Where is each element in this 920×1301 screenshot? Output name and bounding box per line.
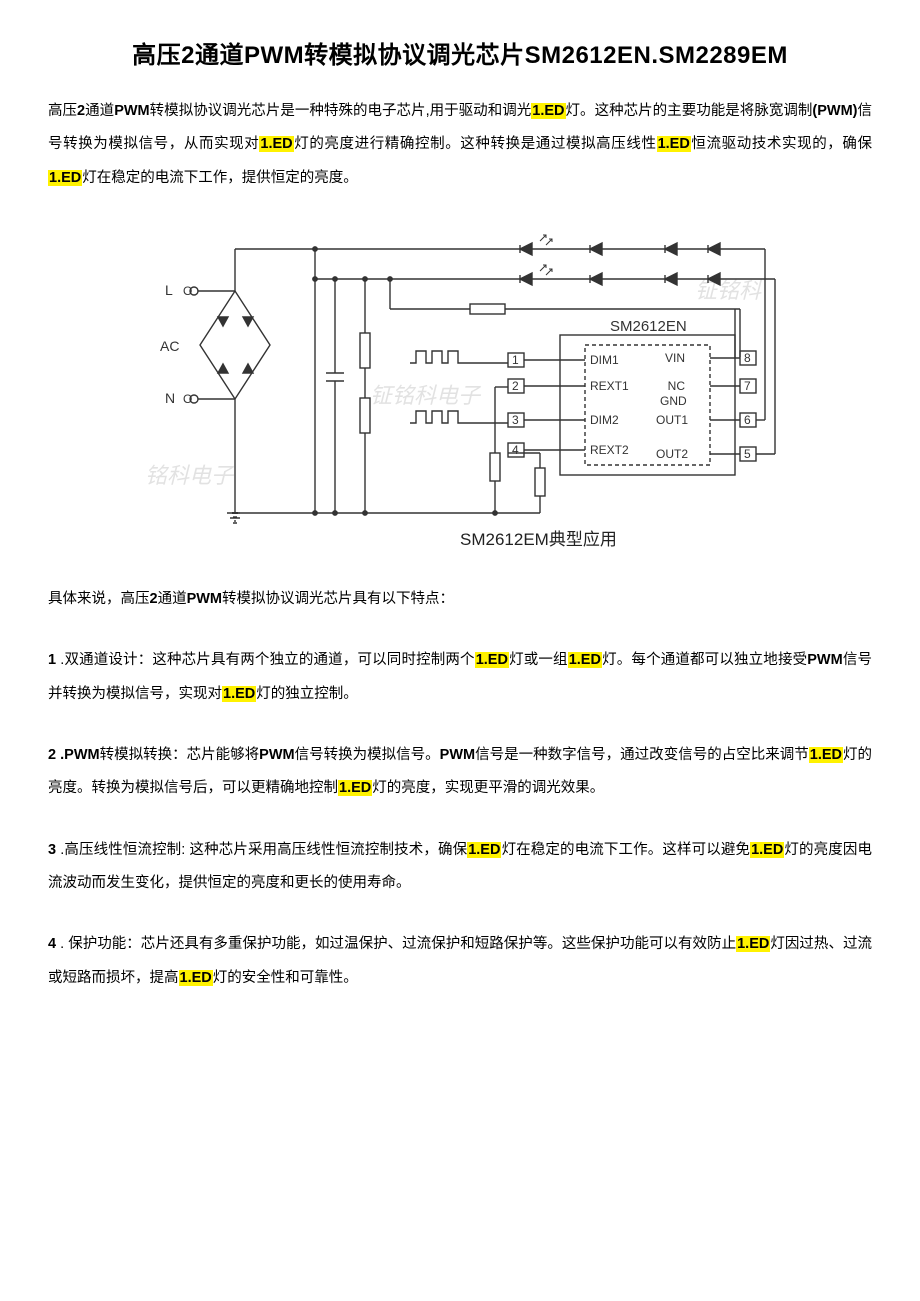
- feature-4: 4 . 保护功能：芯片还具有多重保护功能，如过温保护、过流保护和短路保护等。这些…: [48, 928, 872, 995]
- txt: 灯的安全性和可靠性。: [213, 970, 358, 986]
- chip-label: SM2612EN: [610, 318, 687, 335]
- pin-num: 8: [744, 351, 751, 365]
- txt: 转模拟协议调光芯片是一种特殊的电子芯片,用于驱动和调光: [150, 103, 532, 119]
- led-row: [520, 235, 720, 255]
- pin-num: 1: [512, 353, 519, 367]
- txt: PWM: [259, 747, 294, 763]
- watermark: 钲铭科电子: [370, 383, 482, 408]
- txt: 灯。这种芯片的主要功能是将脉宽调制: [566, 103, 813, 119]
- feature-3: 3 .高压线性恒流控制: 这种芯片采用高压线性恒流控制技术，确保1.ED灯在稳定…: [48, 834, 872, 901]
- txt: 信号是一种数字信号，通过改变信号的占空比来调节: [475, 747, 809, 763]
- circuit-diagram: 铭科电子 钲铭科电子 钲铭科 L O AC N O: [48, 223, 872, 553]
- txt: 灯在稳定的电流下工作，提供恒定的亮度。: [82, 170, 358, 186]
- pin-num: 3: [512, 413, 519, 427]
- txt: 灯的亮度，实现更平滑的调光效果。: [372, 780, 604, 796]
- pin-num: 7: [744, 379, 751, 393]
- pin-name: VIN: [665, 351, 685, 365]
- txt: .PWM: [56, 747, 100, 763]
- txt: 恒流驱动技术实现的，确保: [691, 136, 872, 152]
- txt: 灯或一组: [509, 652, 568, 668]
- txt: 具体来说，高压: [48, 591, 150, 607]
- pin-name: NC: [668, 379, 686, 393]
- txt: 灯的亮度进行精确控制。这种转换是通过模拟高压线性: [294, 136, 657, 152]
- highlight-led: 1.ED: [259, 136, 293, 152]
- txt: 转模拟协议调光芯片具有以下特点：: [222, 591, 454, 607]
- intro-paragraph: 高压2通道PWM转模拟协议调光芯片是一种特殊的电子芯片,用于驱动和调光1.ED灯…: [48, 95, 872, 195]
- pin-num: 2: [512, 379, 519, 393]
- pin-num: 6: [744, 413, 751, 427]
- label-O: O: [183, 284, 192, 298]
- diagram-caption: SM2612EM典型应用: [460, 530, 617, 549]
- num: 2: [48, 747, 56, 763]
- highlight-led: 1.ED: [531, 103, 565, 119]
- label-AC: AC: [160, 338, 179, 354]
- txt: 转模拟转换：芯片能够将: [100, 747, 260, 763]
- pin-num: 5: [744, 447, 751, 461]
- watermark: 钲铭科: [695, 278, 763, 303]
- page-title: 高压2通道PWM转模拟协议调光芯片SM2612EN.SM2289EM: [48, 35, 872, 70]
- features-intro: 具体来说，高压2通道PWM转模拟协议调光芯片具有以下特点：: [48, 583, 872, 616]
- txt: .双通道设计：这种芯片具有两个独立的通道，可以同时控制两个: [56, 652, 475, 668]
- feature-1: 1 .双通道设计：这种芯片具有两个独立的通道，可以同时控制两个1.ED灯或一组1…: [48, 644, 872, 711]
- pin-name: DIM1: [590, 353, 619, 367]
- label-O: O: [183, 392, 192, 406]
- txt: PWM: [187, 591, 222, 607]
- highlight-led: 1.ED: [179, 970, 213, 986]
- pin-name: OUT2: [656, 447, 688, 461]
- txt: 灯的独立控制。: [256, 686, 358, 702]
- txt: 2: [77, 103, 85, 119]
- txt: 通道: [158, 591, 187, 607]
- pin-name: DIM2: [590, 413, 619, 427]
- highlight-led: 1.ED: [736, 936, 770, 952]
- txt: 高压: [48, 103, 77, 119]
- txt: PWM: [807, 652, 842, 668]
- num: 1: [48, 652, 56, 668]
- label-L: L: [165, 282, 173, 298]
- pin-num: 4: [512, 443, 519, 457]
- feature-2: 2 .PWM转模拟转换：芯片能够将PWM信号转换为模拟信号。PWM信号是一种数字…: [48, 739, 872, 806]
- highlight-led: 1.ED: [338, 780, 372, 796]
- txt: 信号转换为模拟信号。: [295, 747, 440, 763]
- txt: PWM: [440, 747, 475, 763]
- num: 3: [48, 842, 56, 858]
- txt: .高压线性恒流控制: 这种芯片采用高压线性恒流控制技术，确保: [56, 842, 467, 858]
- highlight-led: 1.ED: [467, 842, 501, 858]
- txt: 灯在稳定的电流下工作。这样可以避免: [501, 842, 750, 858]
- txt: (PWM): [812, 103, 857, 119]
- pin-name: REXT1: [590, 379, 629, 393]
- highlight-led: 1.ED: [568, 652, 602, 668]
- txt: 灯。每个通道都可以独立地接受: [602, 652, 807, 668]
- gnd-label: GND: [660, 394, 687, 408]
- highlight-led: 1.ED: [222, 686, 256, 702]
- label-N: N: [165, 390, 175, 406]
- watermark: 铭科电子: [145, 463, 235, 488]
- txt: PWM: [114, 103, 149, 119]
- num: 4: [48, 936, 56, 952]
- txt: 2: [150, 591, 158, 607]
- highlight-led: 1.ED: [657, 136, 691, 152]
- highlight-led: 1.ED: [48, 170, 82, 186]
- circuit-svg: 铭科电子 钲铭科电子 钲铭科 L O AC N O: [140, 223, 780, 553]
- txt: . 保护功能：芯片还具有多重保护功能，如过温保护、过流保护和短路保护等。这些保护…: [56, 936, 736, 952]
- highlight-led: 1.ED: [809, 747, 843, 763]
- pin-name: OUT1: [656, 413, 688, 427]
- txt: 通道: [85, 103, 114, 119]
- highlight-led: 1.ED: [750, 842, 784, 858]
- pin-name: REXT2: [590, 443, 629, 457]
- highlight-led: 1.ED: [475, 652, 509, 668]
